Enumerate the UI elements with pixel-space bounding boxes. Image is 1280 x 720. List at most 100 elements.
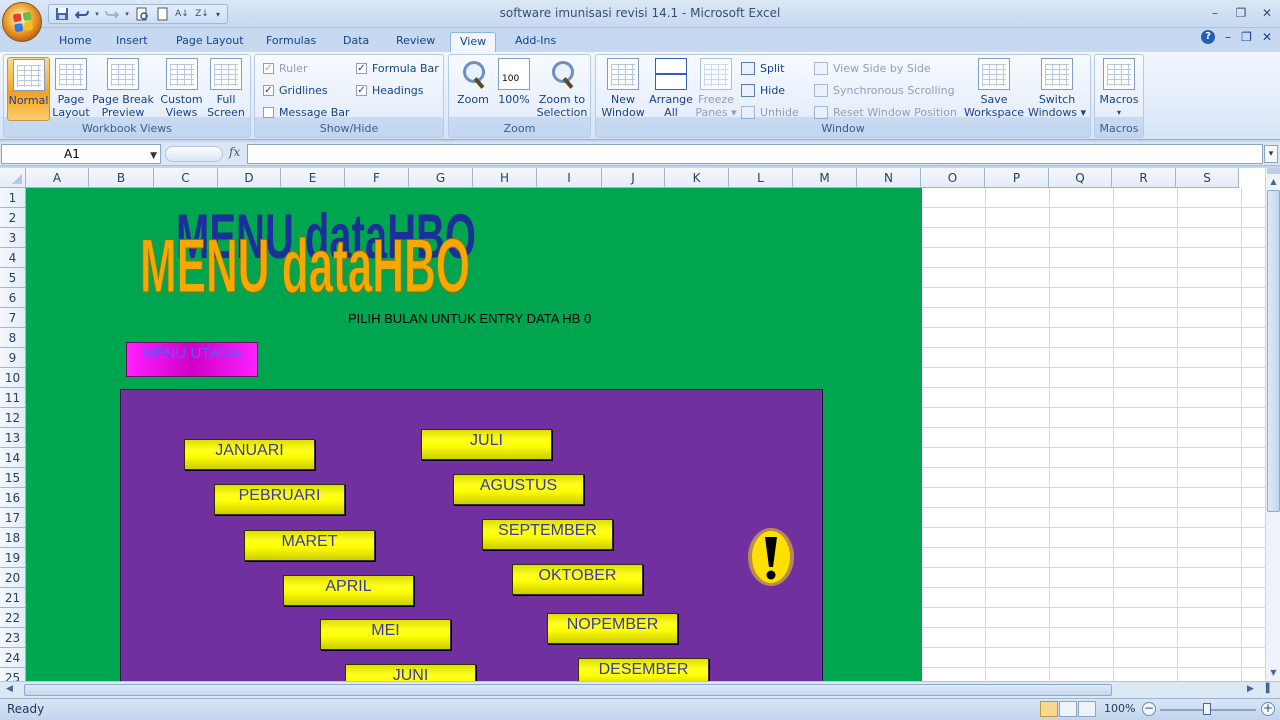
- column-header[interactable]: S: [1176, 168, 1239, 188]
- row-header[interactable]: 7: [0, 308, 26, 328]
- reset-window-position-button[interactable]: Reset Window Position: [814, 103, 957, 121]
- full-screen-button[interactable]: Full Screen: [205, 57, 247, 121]
- page-layout-shortcut-icon[interactable]: [1059, 701, 1077, 717]
- arrange-all-button[interactable]: Arrange All: [648, 57, 694, 121]
- column-header[interactable]: M: [793, 168, 857, 188]
- tab-review[interactable]: Review: [387, 32, 444, 52]
- row-header[interactable]: 1: [0, 188, 26, 208]
- column-header[interactable]: N: [857, 168, 921, 188]
- insert-function-icon[interactable]: fx: [229, 145, 240, 159]
- column-header[interactable]: D: [218, 168, 281, 188]
- tab-view[interactable]: View: [450, 32, 497, 52]
- column-header[interactable]: G: [409, 168, 473, 188]
- headings-checkbox[interactable]: ✓ Headings: [356, 81, 424, 99]
- month-button-desember[interactable]: DESEMBER: [578, 658, 709, 681]
- column-header[interactable]: K: [665, 168, 729, 188]
- column-header[interactable]: F: [345, 168, 409, 188]
- page-break-shortcut-icon[interactable]: [1078, 701, 1096, 717]
- row-header[interactable]: 18: [0, 528, 26, 548]
- zoom-to-selection-button[interactable]: Zoom to Selection: [535, 57, 589, 121]
- column-header[interactable]: H: [473, 168, 537, 188]
- month-button-mei[interactable]: MEI: [320, 619, 451, 650]
- office-button[interactable]: [2, 2, 42, 42]
- workbook-close-icon[interactable]: ✕: [1262, 30, 1272, 44]
- tab-home[interactable]: Home: [50, 32, 100, 52]
- column-header[interactable]: C: [154, 168, 218, 188]
- scroll-up-icon[interactable]: ▲: [1267, 175, 1280, 189]
- row-header[interactable]: 22: [0, 608, 26, 628]
- row-header[interactable]: 25: [0, 668, 26, 681]
- column-header[interactable]: P: [985, 168, 1049, 188]
- month-button-maret[interactable]: MARET: [244, 530, 375, 561]
- row-header[interactable]: 20: [0, 568, 26, 588]
- tab-add-ins[interactable]: Add-Ins: [506, 32, 565, 52]
- expand-formula-bar-icon[interactable]: ▾: [1264, 145, 1278, 163]
- zoom-button[interactable]: Zoom: [453, 57, 493, 121]
- close-icon[interactable]: ✕: [1254, 0, 1280, 26]
- restore-icon[interactable]: ❐: [1228, 0, 1254, 26]
- column-header[interactable]: R: [1112, 168, 1176, 188]
- column-header[interactable]: E: [281, 168, 345, 188]
- row-header[interactable]: 3: [0, 228, 26, 248]
- row-header[interactable]: 12: [0, 408, 26, 428]
- save-workspace-button[interactable]: Save Workspace: [962, 57, 1026, 121]
- page-break-preview-button[interactable]: Page Break Preview: [92, 57, 154, 121]
- formula-input[interactable]: [247, 144, 1263, 164]
- month-button-juni[interactable]: JUNI: [345, 664, 476, 681]
- row-header[interactable]: 15: [0, 468, 26, 488]
- message-bar-checkbox[interactable]: Message Bar: [263, 103, 350, 121]
- workbook-restore-icon[interactable]: ❐: [1241, 30, 1252, 44]
- vertical-scrollbar[interactable]: ▲ ▼: [1265, 168, 1280, 681]
- formula-bar-checkbox[interactable]: ✓ Formula Bar: [356, 59, 439, 77]
- row-header[interactable]: 10: [0, 368, 26, 388]
- tab-insert[interactable]: Insert: [107, 32, 157, 52]
- zoom-slider-thumb[interactable]: [1203, 703, 1211, 715]
- month-button-oktober[interactable]: OKTOBER: [512, 564, 643, 595]
- month-button-juli[interactable]: JULI: [421, 429, 552, 460]
- zoom-100-button[interactable]: 100 100%: [495, 57, 533, 121]
- row-header[interactable]: 13: [0, 428, 26, 448]
- hide-button[interactable]: Hide: [741, 81, 785, 99]
- minimize-icon[interactable]: –: [1202, 0, 1228, 26]
- horizontal-split-handle[interactable]: ▌: [1266, 684, 1273, 694]
- scroll-right-icon[interactable]: ▶: [1247, 684, 1254, 694]
- switch-windows-button[interactable]: Switch Windows ▾: [1026, 57, 1088, 121]
- month-button-nopember[interactable]: NOPEMBER: [547, 613, 678, 644]
- vertical-split-handle[interactable]: [1267, 168, 1280, 174]
- row-header[interactable]: 2: [0, 208, 26, 228]
- name-box[interactable]: A1 ▼: [1, 144, 161, 164]
- macros-button[interactable]: Macros ▾: [1097, 57, 1141, 121]
- freeze-panes-button[interactable]: Freeze Panes ▾: [695, 57, 737, 121]
- normal-view-shortcut-icon[interactable]: [1040, 701, 1058, 717]
- row-header[interactable]: 9: [0, 348, 26, 368]
- row-header[interactable]: 19: [0, 548, 26, 568]
- row-header[interactable]: 11: [0, 388, 26, 408]
- name-box-dropdown-icon[interactable]: ▼: [150, 147, 157, 165]
- ruler-checkbox[interactable]: ✓ Ruler: [263, 59, 307, 77]
- column-header[interactable]: L: [729, 168, 793, 188]
- column-header[interactable]: A: [26, 168, 89, 188]
- select-all-corner[interactable]: [0, 168, 26, 188]
- workbook-minimize-icon[interactable]: –: [1225, 30, 1231, 44]
- column-header[interactable]: Q: [1049, 168, 1112, 188]
- vertical-scroll-thumb[interactable]: [1267, 190, 1280, 512]
- month-button-agustus[interactable]: AGUSTUS: [453, 474, 584, 505]
- horizontal-scroll-thumb[interactable]: [24, 684, 1112, 696]
- row-header[interactable]: 17: [0, 508, 26, 528]
- synchronous-scrolling-button[interactable]: Synchronous Scrolling: [814, 81, 955, 99]
- row-header[interactable]: 23: [0, 628, 26, 648]
- zoom-out-icon[interactable]: −: [1142, 702, 1156, 716]
- row-header[interactable]: 16: [0, 488, 26, 508]
- column-header[interactable]: O: [921, 168, 985, 188]
- normal-view-button[interactable]: Normal: [7, 57, 50, 121]
- horizontal-scrollbar[interactable]: ◀ ▶ ▌: [0, 681, 1280, 698]
- split-button[interactable]: Split: [741, 59, 784, 77]
- row-header[interactable]: 8: [0, 328, 26, 348]
- tab-formulas[interactable]: Formulas: [257, 32, 325, 52]
- zoom-level[interactable]: 100%: [1104, 702, 1135, 715]
- row-header[interactable]: 21: [0, 588, 26, 608]
- menu-utama-button[interactable]: MENU UTAMA: [126, 342, 258, 377]
- unhide-button[interactable]: Unhide: [741, 103, 799, 121]
- warning-exclamation-icon[interactable]: [747, 527, 795, 587]
- help-icon[interactable]: ?: [1201, 30, 1216, 44]
